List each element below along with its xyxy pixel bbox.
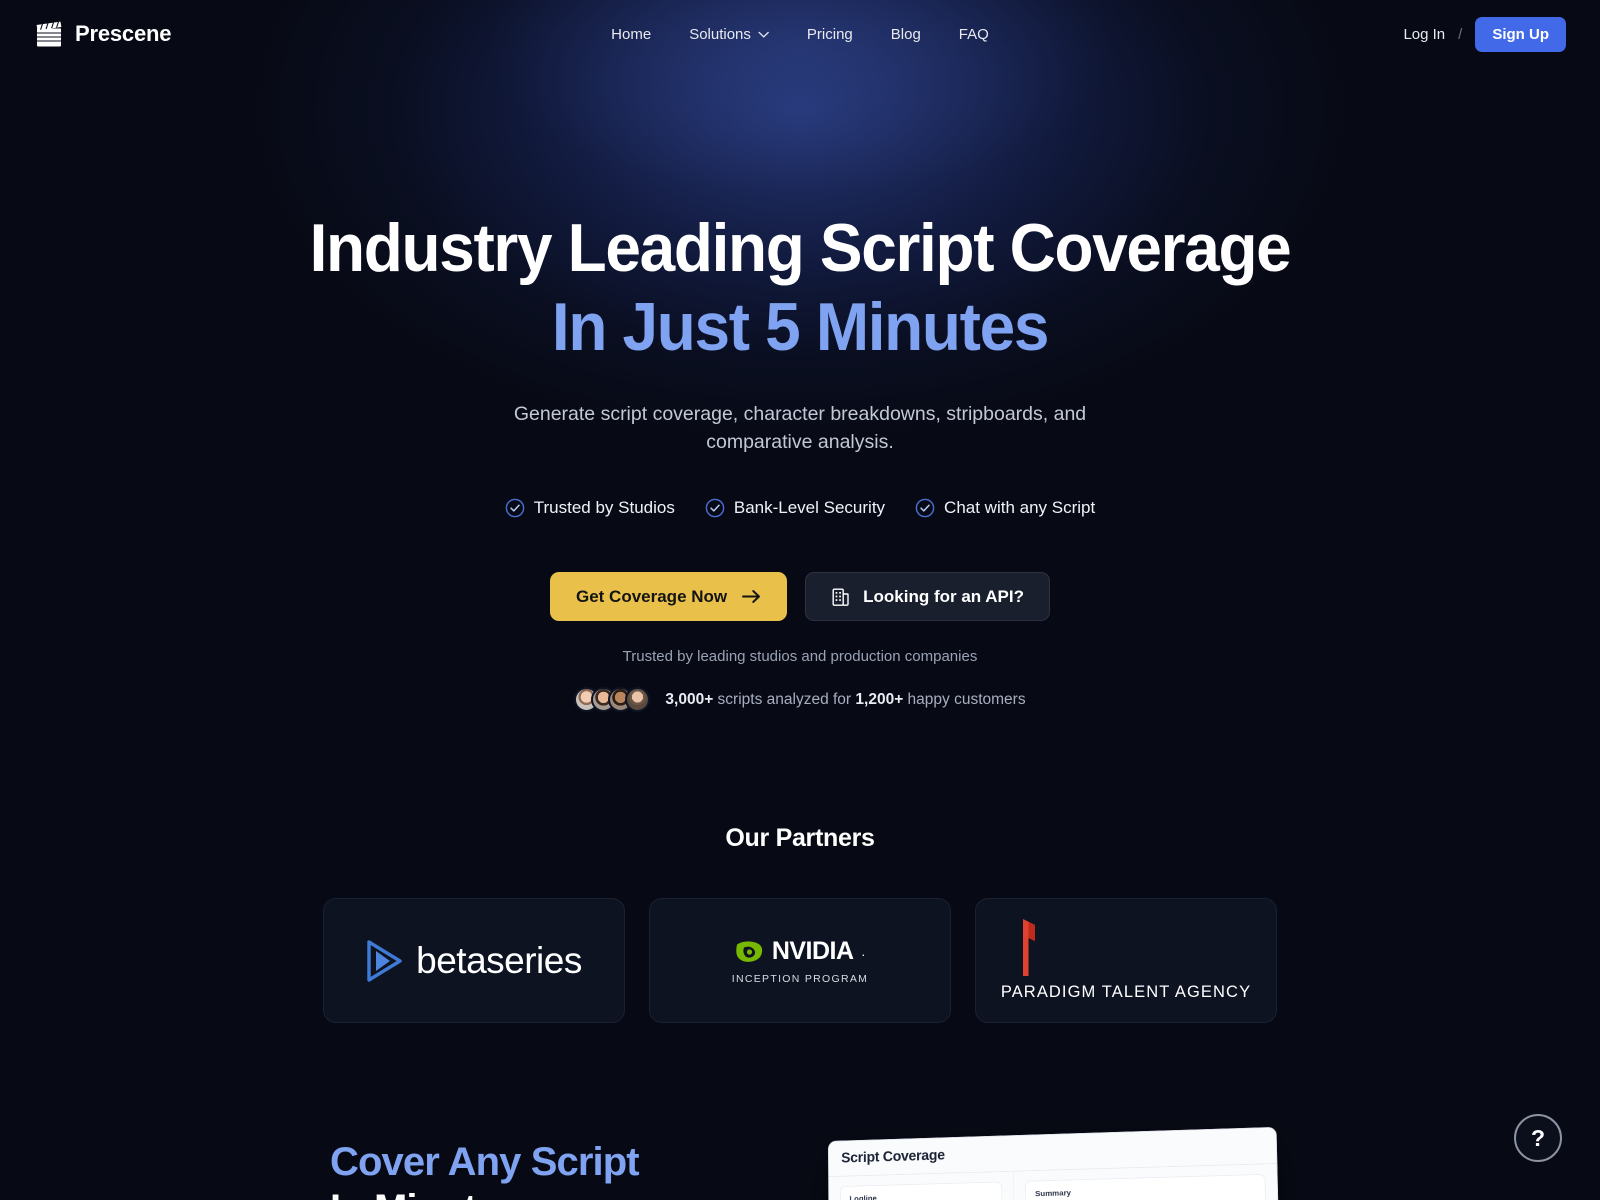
hero-cta-group: Get Coverage Now Looking for an API?: [0, 572, 1600, 622]
avatar: [625, 687, 651, 713]
landing-page: Prescene Home Solutions Pricing Blog FAQ: [0, 0, 1600, 1200]
social-mid-text: scripts analyzed for: [713, 690, 856, 708]
partner-card-betaseries[interactable]: betaseries: [323, 898, 625, 1024]
check-circle-icon: [705, 499, 725, 518]
summary-label: Summary: [1035, 1188, 1072, 1199]
partner-name: NVIDIA: [771, 936, 854, 965]
secondary-cta-label: Looking for an API?: [863, 586, 1025, 606]
mockup-right-column: Summary Chris Washington, a 26-year-old …: [1014, 1164, 1283, 1200]
paradigm-mark-icon: [1023, 919, 1035, 977]
hero-heading-line1: Industry Leading Script Coverage: [309, 210, 1292, 286]
nav-item-pricing[interactable]: Pricing: [807, 26, 853, 43]
clapperboard-icon: [36, 21, 62, 47]
betaseries-logo: betaseries: [366, 940, 582, 982]
nvidia-logo: NVIDIA .: [735, 937, 865, 966]
nav-item-solutions[interactable]: Solutions: [689, 26, 769, 43]
badge-label: Bank-Level Security: [733, 498, 886, 518]
signup-button[interactable]: Sign Up: [1475, 16, 1566, 52]
features-heading-line2: In Minutes: [330, 1187, 770, 1200]
partners-title: Our Partners: [725, 824, 875, 853]
nav-item-label: Pricing: [806, 25, 853, 43]
script-coverage-mockup: Script Coverage Logline A young African-…: [828, 1127, 1284, 1200]
primary-cta-label: Get Coverage Now: [575, 586, 728, 606]
nav-actions: Log In / Sign Up: [1403, 16, 1566, 52]
mockup-left-column: Logline A young African-American man vis…: [828, 1171, 1018, 1200]
avatar-group: [574, 687, 651, 713]
top-navigation-bar: Prescene Home Solutions Pricing Blog FAQ: [0, 0, 1600, 68]
features-heading: Cover Any Script In Minutes: [330, 1141, 770, 1200]
login-link[interactable]: Log In: [1403, 26, 1445, 43]
badge-label: Chat with any Script: [944, 498, 1096, 518]
badge-trusted-by-studios: Trusted by Studios: [505, 498, 675, 518]
product-screenshot: Script Coverage Logline A young African-…: [828, 1127, 1284, 1200]
hero-subtitle: Generate script coverage, character brea…: [513, 403, 1087, 453]
brand-logo[interactable]: Prescene: [34, 20, 171, 48]
get-coverage-now-button[interactable]: Get Coverage Now: [549, 572, 788, 622]
nvidia-trademark-dot: .: [861, 943, 866, 959]
badge-label: Trusted by Studios: [533, 498, 675, 518]
brand-name: Prescene: [75, 21, 172, 46]
nav-item-label: FAQ: [958, 25, 989, 43]
features-heading-line1: Cover Any Script: [330, 1140, 640, 1185]
partner-card-paradigm[interactable]: PARADIGM TALENT AGENCY: [975, 898, 1277, 1024]
nav-item-faq[interactable]: FAQ: [959, 26, 989, 43]
partner-name: PARADIGM TALENT AGENCY: [1000, 983, 1252, 1002]
help-button[interactable]: ?: [1514, 1114, 1562, 1162]
logline-label: Logline: [849, 1194, 877, 1200]
partners-section: Our Partners betaseries NVIDIA . INCEPTI…: [0, 824, 1600, 1024]
nav-separator: /: [1458, 25, 1463, 43]
building-icon: [832, 588, 849, 606]
social-proof-text: 3,000+ scripts analyzed for 1,200+ happy…: [665, 691, 1025, 709]
partner-card-nvidia[interactable]: NVIDIA . INCEPTION PROGRAM: [649, 898, 951, 1024]
partner-subtitle: INCEPTION PROGRAM: [731, 972, 869, 985]
logline-panel: Logline A young African-American man vis…: [839, 1181, 1003, 1200]
nav-links: Home Solutions Pricing Blog FAQ: [611, 26, 989, 43]
nav-item-blog[interactable]: Blog: [891, 26, 921, 43]
customers-count: 1,200+: [855, 690, 904, 708]
nav-item-label: Solutions: [689, 25, 751, 43]
trust-line: Trusted by leading studios and productio…: [622, 648, 978, 666]
partner-name: betaseries: [416, 939, 582, 981]
hero-section: Industry Leading Script Coverage In Just…: [0, 68, 1600, 713]
mockup-title: Script Coverage: [841, 1148, 945, 1167]
social-end-text: happy customers: [903, 690, 1026, 708]
arrow-right-icon: [742, 590, 761, 604]
nav-item-label: Home: [611, 25, 652, 43]
nav-item-home[interactable]: Home: [611, 26, 651, 43]
nav-item-label: Blog: [890, 25, 921, 43]
chevron-down-icon: [758, 31, 769, 38]
summary-panel: Summary Chris Washington, a 26-year-old …: [1025, 1174, 1268, 1200]
features-copy: Cover Any Script In Minutes Lightning-Fa…: [330, 1141, 770, 1200]
badge-chat-with-any-script: Chat with any Script: [915, 498, 1095, 518]
social-proof: 3,000+ scripts analyzed for 1,200+ happy…: [0, 687, 1600, 713]
page-title: Industry Leading Script Coverage In Just…: [48, 214, 1552, 361]
hero-heading-line2: In Just 5 Minutes: [551, 289, 1049, 365]
hero-badges: Trusted by Studios Bank-Level Security C…: [0, 498, 1600, 518]
looking-for-api-button[interactable]: Looking for an API?: [805, 572, 1051, 622]
nvidia-eye-icon: [736, 941, 762, 962]
features-section: Cover Any Script In Minutes Lightning-Fa…: [0, 1127, 1600, 1200]
scripts-count: 3,000+: [665, 690, 714, 708]
partners-list: betaseries NVIDIA . INCEPTION PROGRAM PA…: [0, 898, 1600, 1024]
check-circle-icon: [505, 499, 525, 518]
check-circle-icon: [915, 499, 935, 518]
betaseries-play-icon: [367, 940, 402, 982]
badge-bank-level-security: Bank-Level Security: [705, 498, 885, 518]
